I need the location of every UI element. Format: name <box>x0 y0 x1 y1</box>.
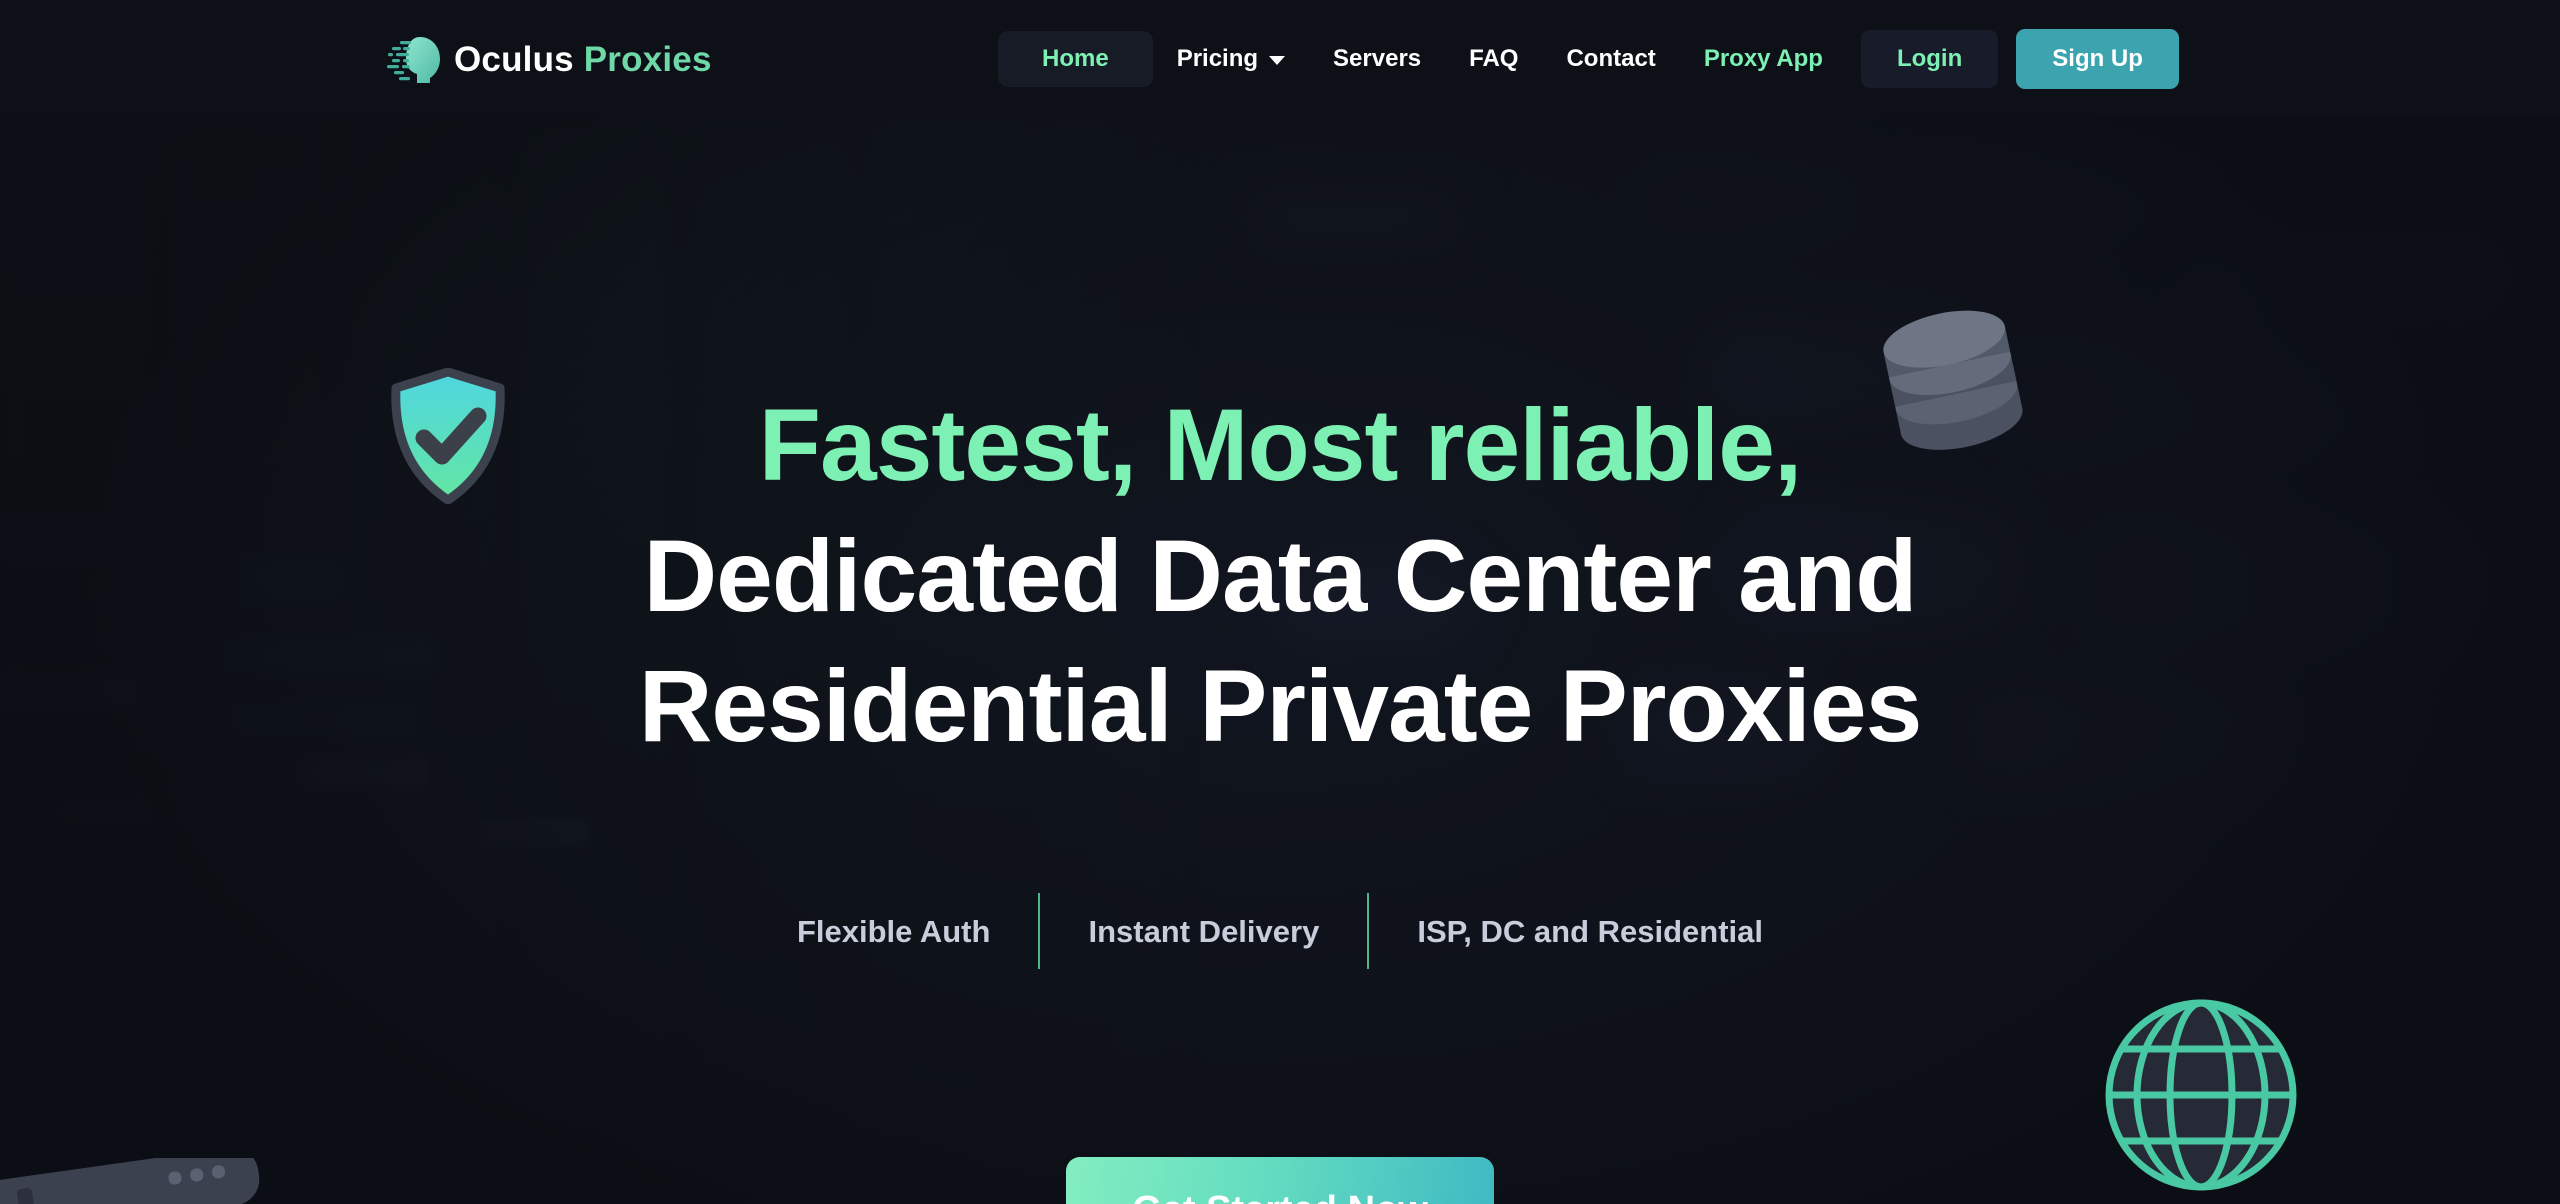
nav-item-home[interactable]: Home <box>998 31 1153 87</box>
main-navigation: Home Pricing Servers FAQ Contact Proxy A… <box>998 29 2179 89</box>
brand-logo[interactable]: Oculus Proxies <box>386 34 712 84</box>
oculus-head-logo-icon <box>387 37 440 83</box>
headline-line-1: Fastest, Most reliable, <box>758 388 1803 502</box>
login-button-label: Login <box>1896 45 1963 72</box>
nav-item-proxy-app[interactable]: Proxy App <box>1680 31 1847 87</box>
cta-container: Get Started Now <box>0 1157 2560 1204</box>
page-title: Fastest, Most reliable, Dedicated Data C… <box>0 380 2560 772</box>
feature-item-instant-delivery: Instant Delivery <box>1088 913 1320 949</box>
signup-button[interactable]: Sign Up <box>2016 29 2179 89</box>
nav-item-contact-label: Contact <box>1566 45 1656 72</box>
headline-line-2: Dedicated Data Center and <box>643 518 1917 633</box>
nav-item-servers-label: Servers <box>1333 45 1422 72</box>
hero-content: Fastest, Most reliable, Dedicated Data C… <box>0 118 2560 1204</box>
brand-name-part1: Oculus <box>454 39 584 79</box>
nav-item-pricing[interactable]: Pricing <box>1153 31 1309 87</box>
nav-item-home-label: Home <box>1042 45 1109 72</box>
feature-item-flexible-auth: Flexible Auth <box>796 913 991 949</box>
feature-divider <box>1367 893 1370 969</box>
get-started-button[interactable]: Get Started Now <box>1066 1157 1494 1204</box>
signup-button-label: Sign Up <box>2052 45 2143 72</box>
hero-section: Fastest, Most reliable, Dedicated Data C… <box>0 118 2560 1204</box>
brand-name: Oculus Proxies <box>454 42 712 77</box>
login-button[interactable]: Login <box>1860 30 1999 88</box>
nav-item-servers[interactable]: Servers <box>1309 31 1445 87</box>
landing-page: Oculus Proxies Home Pricing Servers FAQ … <box>0 0 2560 1204</box>
chevron-down-icon <box>1269 56 1286 65</box>
nav-item-faq[interactable]: FAQ <box>1445 31 1542 87</box>
nav-item-proxy-app-label: Proxy App <box>1703 45 1823 72</box>
nav-item-contact[interactable]: Contact <box>1542 31 1679 87</box>
feature-highlight-row: Flexible Auth Instant Delivery ISP, DC a… <box>0 893 2560 969</box>
headline-line-3: Residential Private Proxies <box>638 649 1923 764</box>
nav-item-faq-label: FAQ <box>1469 45 1519 72</box>
site-header: Oculus Proxies Home Pricing Servers FAQ … <box>0 0 2560 118</box>
nav-item-pricing-label: Pricing <box>1176 45 1259 72</box>
feature-divider <box>1038 893 1041 969</box>
brand-name-part2: Proxies <box>583 39 712 79</box>
feature-item-isp-dc-residential: ISP, DC and Residential <box>1417 913 1764 949</box>
